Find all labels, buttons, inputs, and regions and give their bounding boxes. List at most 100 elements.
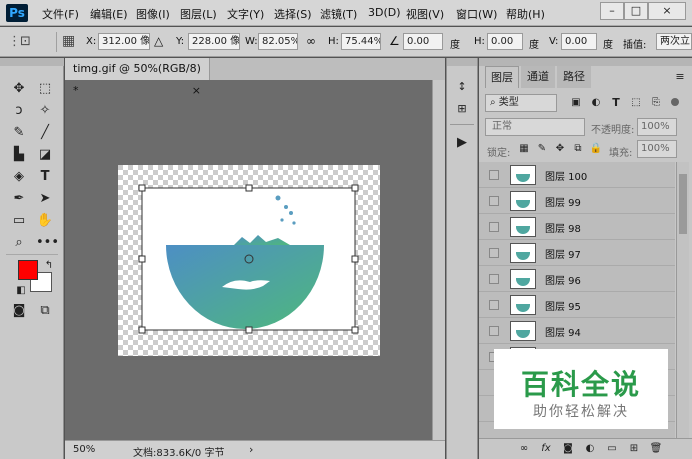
menu-select[interactable]: 选择(S) <box>274 6 312 22</box>
foreground-color-swatch[interactable] <box>18 260 38 280</box>
layer-thumbnail <box>510 295 536 315</box>
close-tab-icon[interactable]: × <box>192 80 201 102</box>
document-tab[interactable]: timg.gif @ 50%(RGB/8) * × <box>65 58 210 97</box>
paint-bucket-tool-icon[interactable]: ◈ <box>10 168 28 186</box>
visibility-toggle[interactable] <box>489 196 499 206</box>
add-mask-icon[interactable]: ◙ <box>559 440 577 458</box>
menu-filter[interactable]: 滤镜(T) <box>320 6 357 22</box>
minimize-button[interactable]: – <box>600 2 624 20</box>
hand-tool-icon[interactable]: ✋ <box>36 212 54 230</box>
rectangle-tool-icon[interactable]: ▭ <box>10 212 28 230</box>
menu-type[interactable]: 文字(Y) <box>227 6 264 22</box>
lock-artboard-icon[interactable]: ⧉ <box>569 140 587 158</box>
hskew-input[interactable]: 0.00 <box>487 33 523 50</box>
tab-channels[interactable]: 通道 <box>521 66 555 88</box>
panel-menu-icon[interactable]: ≡ <box>671 68 689 86</box>
screen-mode-icon[interactable]: ⧉ <box>36 302 54 320</box>
transform-handle <box>138 184 146 192</box>
new-layer-icon[interactable]: ⊞ <box>625 440 643 458</box>
menu-edit[interactable]: 编辑(E) <box>90 6 128 22</box>
menu-window[interactable]: 窗口(W) <box>456 6 497 22</box>
layer-thumbnail <box>510 243 536 263</box>
pen-tool-icon[interactable]: ✒ <box>10 190 28 208</box>
layer-filter-select[interactable]: ⌕ 类型 <box>485 94 557 112</box>
delta-icon[interactable]: △ <box>154 34 163 48</box>
layer-row[interactable]: 图层 99 <box>479 188 675 214</box>
filter-toggle-icon[interactable] <box>671 98 679 106</box>
path-select-tool-icon[interactable]: ➤ <box>36 190 54 208</box>
menu-view[interactable]: 视图(V) <box>406 6 444 22</box>
lock-all-icon[interactable]: 🔒 <box>587 140 605 158</box>
vertical-scrollbar[interactable] <box>432 80 445 440</box>
more-tools-icon[interactable]: ••• <box>36 234 59 252</box>
lasso-tool-icon[interactable]: ↄ <box>10 102 28 120</box>
layer-row[interactable]: 图层 95 <box>479 292 675 318</box>
height-input[interactable]: 75.44% <box>341 33 381 50</box>
swap-colors-icon[interactable]: ↰ <box>40 257 58 275</box>
width-input[interactable]: 82.05% <box>258 33 298 50</box>
quick-mask-icon[interactable]: ◙ <box>10 302 28 320</box>
move-tool-icon[interactable]: ✥ <box>10 80 28 98</box>
opacity-input[interactable]: 100% <box>637 118 677 136</box>
filter-type-icon[interactable]: T <box>607 94 625 112</box>
scroll-thumb[interactable] <box>679 174 687 234</box>
filter-shape-icon[interactable]: ⬚ <box>627 94 645 112</box>
blend-mode-select[interactable]: 正常 <box>485 118 585 136</box>
link-layers-icon[interactable]: ∞ <box>515 440 533 458</box>
filter-pixel-icon[interactable]: ▣ <box>567 94 585 112</box>
layer-row[interactable]: 图层 94 <box>479 318 675 344</box>
layer-style-icon[interactable]: fx <box>537 440 555 458</box>
delete-layer-icon[interactable]: 🗑 <box>647 440 665 458</box>
lock-transparent-icon[interactable]: ▦ <box>515 140 533 158</box>
stamp-tool-icon[interactable]: ▙ <box>10 146 28 164</box>
eraser-tool-icon[interactable]: ◪ <box>36 146 54 164</box>
reference-point-icon[interactable]: ▦ <box>62 33 75 49</box>
menu-file[interactable]: 文件(F) <box>42 6 79 22</box>
zoom-tool-icon[interactable]: ⌕ <box>10 234 28 252</box>
default-colors-icon[interactable]: ◧ <box>12 282 30 300</box>
visibility-toggle[interactable] <box>489 222 499 232</box>
lock-pixels-icon[interactable]: ✎ <box>533 140 551 158</box>
maximize-button[interactable]: □ <box>624 2 648 20</box>
interpolation-select[interactable]: 两次立 <box>656 33 692 50</box>
layers-scrollbar[interactable] <box>676 162 689 438</box>
adjustment-layer-icon[interactable]: ◐ <box>581 440 599 458</box>
x-position-input[interactable]: 312.00 像素 <box>98 33 150 50</box>
visibility-toggle[interactable] <box>489 274 499 284</box>
visibility-toggle[interactable] <box>489 170 499 180</box>
history-panel-icon[interactable]: ↕ <box>453 78 471 96</box>
eyedropper-tool-icon[interactable]: ✎ <box>10 124 28 142</box>
y-position-input[interactable]: 228.00 像素 <box>188 33 240 50</box>
status-menu-arrow[interactable]: › <box>249 443 253 456</box>
brush-tool-icon[interactable]: ╱ <box>36 124 54 142</box>
fill-input[interactable]: 100% <box>637 140 677 158</box>
image-canvas[interactable] <box>118 165 380 356</box>
new-group-icon[interactable]: ▭ <box>603 440 621 458</box>
tab-paths[interactable]: 路径 <box>557 66 591 88</box>
layer-row[interactable]: 图层 97 <box>479 240 675 266</box>
visibility-toggle[interactable] <box>489 248 499 258</box>
close-window-button[interactable]: × <box>648 2 686 20</box>
vskew-input[interactable]: 0.00 <box>561 33 597 50</box>
visibility-toggle[interactable] <box>489 300 499 310</box>
type-tool-icon[interactable]: T <box>36 168 54 186</box>
actions-play-icon[interactable]: ▶ <box>453 134 471 152</box>
menu-layer[interactable]: 图层(L) <box>180 6 217 22</box>
layer-row[interactable]: 图层 96 <box>479 266 675 292</box>
zoom-level[interactable]: 50% <box>73 444 95 455</box>
magic-wand-tool-icon[interactable]: ✧ <box>36 102 54 120</box>
menu-help[interactable]: 帮助(H) <box>506 6 545 22</box>
menu-3d[interactable]: 3D(D) <box>368 6 401 19</box>
menu-image[interactable]: 图像(I) <box>136 6 170 22</box>
tab-layers[interactable]: 图层 <box>485 66 519 88</box>
filter-adjustment-icon[interactable]: ◐ <box>587 94 605 112</box>
layer-row[interactable]: 图层 98 <box>479 214 675 240</box>
properties-panel-icon[interactable]: ⊞ <box>453 100 471 118</box>
visibility-toggle[interactable] <box>489 326 499 336</box>
layer-row[interactable]: 图层 100 <box>479 162 675 188</box>
lock-position-icon[interactable]: ✥ <box>551 140 569 158</box>
link-icon[interactable]: ∞ <box>306 34 316 48</box>
filter-smart-object-icon[interactable]: ⎘ <box>647 94 665 112</box>
marquee-tool-icon[interactable]: ⬚ <box>36 80 54 98</box>
angle-input[interactable]: 0.00 <box>403 33 443 50</box>
